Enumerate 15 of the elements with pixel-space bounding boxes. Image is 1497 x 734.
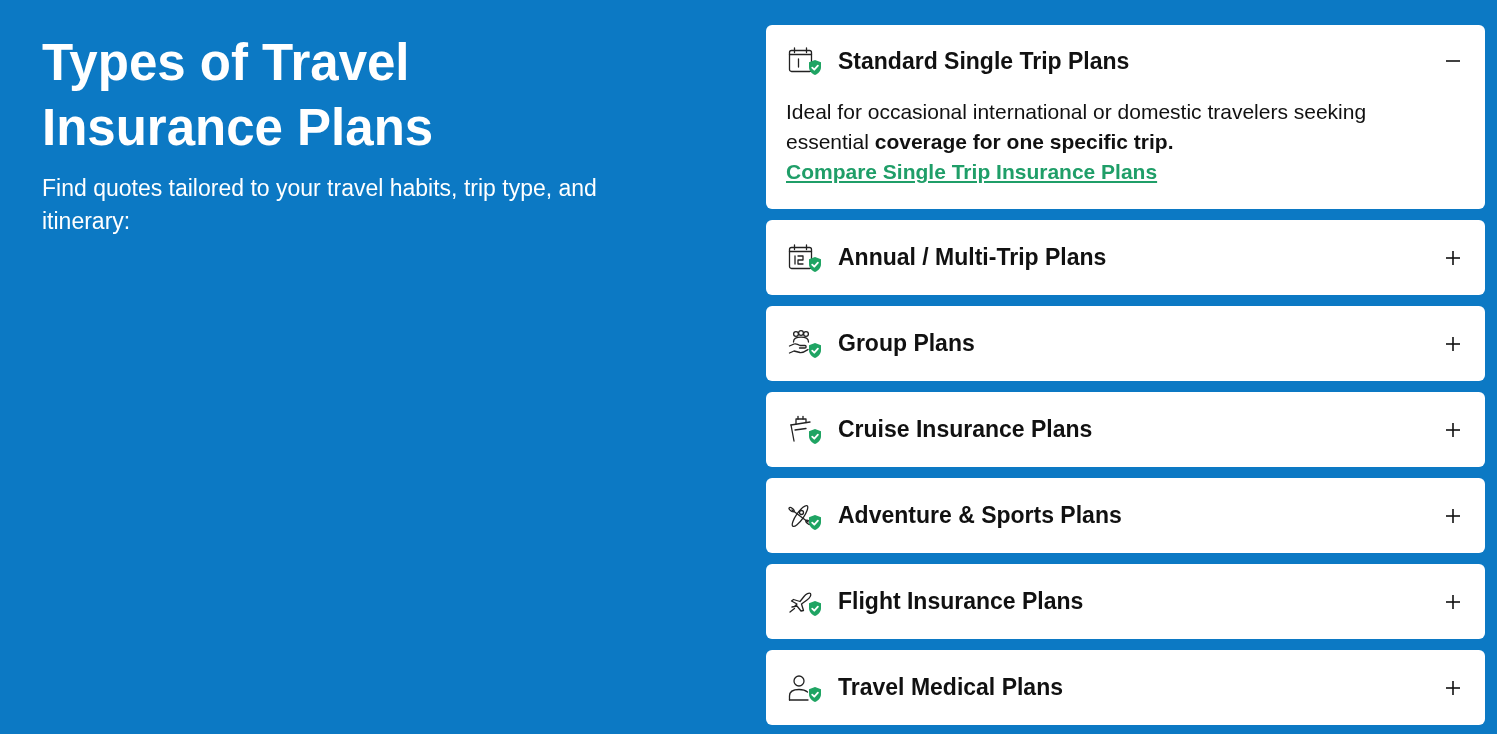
section-heading: Types of Travel Insurance Plans: [42, 33, 435, 158]
accordion-header[interactable]: Flight Insurance Plans: [766, 564, 1485, 639]
calendar-shield-icon: [788, 46, 822, 76]
plan-description: Ideal for occasional international or domestic travelers seeking essential coverage for one specific trip. Compare Single Trip Insurance Plans: [785, 99, 1368, 185]
accordion-header[interactable]: Adventure & Sports Plans: [766, 478, 1485, 553]
accordion-header[interactable]: Cruise Insurance Plans: [766, 392, 1485, 467]
person-shield-icon: [788, 672, 822, 703]
hand-people-shield-icon: [788, 328, 822, 359]
calendar-shield-icon: [788, 242, 822, 273]
section-subheading: Find quotes tailored to your travel habits, trip type, and itinerary:: [42, 174, 598, 236]
accordion-header[interactable]: Travel Medical Plans: [766, 650, 1485, 725]
accordion-header[interactable]: Standard Single Trip Plans: [766, 25, 1485, 97]
accordion-header[interactable]: Group Plans: [766, 306, 1485, 381]
accordion-header[interactable]: Annual / Multi-Trip Plans: [766, 220, 1485, 295]
ship-shield-icon: [788, 414, 822, 445]
